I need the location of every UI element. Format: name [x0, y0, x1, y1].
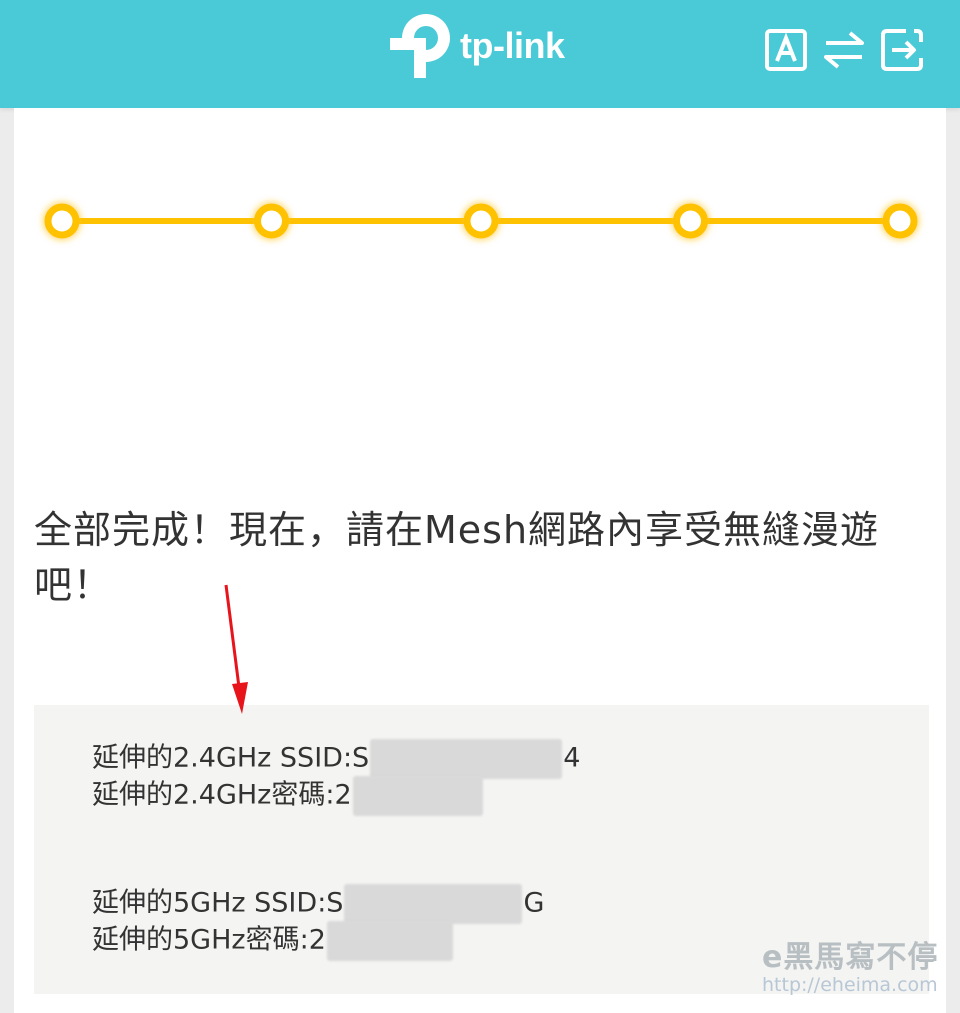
- completion-message: 全部完成！現在，請在Mesh網路內享受無縫漫遊吧！: [34, 508, 880, 607]
- progress-stepper: [44, 203, 918, 239]
- redacted-ssid-24: [370, 739, 563, 779]
- redacted-ssid-5: [344, 884, 523, 924]
- password-5-label: 延伸的5GHz密碼:: [92, 924, 309, 956]
- redacted-password-24: [352, 776, 483, 816]
- watermark: e黑馬寫不停 http://eheima.com: [762, 932, 938, 996]
- ssid-24-label: 延伸的2.4GHz SSID:: [92, 742, 353, 774]
- ssid-24-row: 延伸的2.4GHz SSID:S 4: [92, 739, 580, 779]
- progress-step-1: [44, 203, 80, 239]
- ssid-24-prefix: S: [352, 742, 370, 774]
- password-5-prefix: 2: [308, 924, 326, 956]
- ssid-5-suffix: G: [523, 887, 545, 919]
- password-24-label: 延伸的2.4GHz密碼:: [92, 779, 335, 811]
- password-24-prefix: 2: [334, 779, 352, 811]
- ssid-5-prefix: S: [326, 887, 344, 919]
- ssid-5-row: 延伸的5GHz SSID:S G: [92, 884, 544, 924]
- redacted-password-5: [326, 921, 453, 961]
- watermark-url: http://eheima.com: [762, 974, 938, 996]
- progress-step-3: [463, 203, 499, 239]
- progress-step-4: [673, 203, 708, 239]
- ssid-5-label: 延伸的5GHz SSID:: [92, 887, 327, 919]
- progress-step-2: [254, 203, 289, 239]
- password-5-row: 延伸的5GHz密碼:2: [92, 921, 454, 961]
- watermark-title: e黑馬寫不停: [762, 940, 939, 975]
- ssid-24-suffix: 4: [563, 742, 581, 774]
- password-24-row: 延伸的2.4GHz密碼:2: [92, 776, 484, 816]
- progress-step-5: [882, 203, 918, 239]
